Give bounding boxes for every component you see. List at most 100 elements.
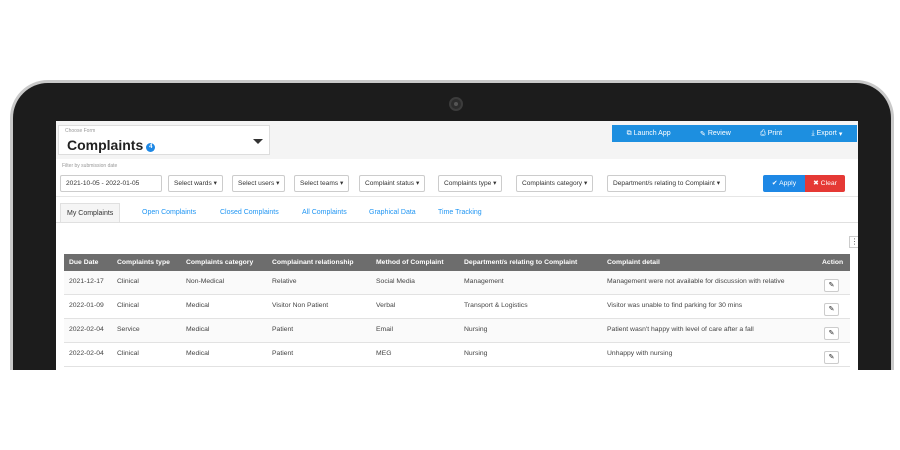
form-chooser-caption: Choose Form xyxy=(65,128,96,134)
department-cell: Transport & Logistics xyxy=(464,302,528,309)
detail-cell: Management were not available for discus… xyxy=(607,278,785,285)
column-header: Action xyxy=(822,259,844,266)
chevron-down-icon xyxy=(253,139,263,144)
method-cell: Verbal xyxy=(376,302,396,309)
due-date-cell: 2022-02-04 xyxy=(69,326,104,333)
table-row[interactable]: 2021-12-17 Clinical Non-Medical Relative… xyxy=(64,271,850,295)
detail-cell: Unhappy with nursing xyxy=(607,350,673,357)
department-cell: Nursing xyxy=(464,350,488,357)
caret-down-icon: ▾ xyxy=(339,180,344,187)
table-row[interactable]: 2022-01-09 Clinical Medical Visitor Non … xyxy=(64,295,850,319)
type-cell: Clinical xyxy=(117,302,139,309)
complaints-type-dropdown[interactable]: Complaints type ▾ xyxy=(438,175,503,192)
top-bar: Choose Form Complaints 4 ⧉ Launch App ✎ R… xyxy=(56,121,858,159)
export-label: Export xyxy=(816,130,837,137)
printer-icon: ⎙ xyxy=(760,129,766,137)
type-cell: Clinical xyxy=(117,350,139,357)
action-cell: ✎ xyxy=(822,271,839,294)
department-cell: Management xyxy=(464,278,504,285)
select-wards-label: Select wards xyxy=(174,180,212,187)
close-icon: ✖ xyxy=(813,180,819,187)
complaints-category-dropdown[interactable]: Complaints category ▾ xyxy=(516,175,594,192)
edit-icon[interactable]: ✎ xyxy=(824,327,839,340)
due-date-cell: 2022-01-09 xyxy=(69,302,104,309)
select-users-dropdown[interactable]: Select users ▾ xyxy=(232,175,286,192)
apply-button[interactable]: ✔ Apply xyxy=(763,175,805,192)
column-header[interactable]: Complainant relationship xyxy=(272,254,354,271)
select-wards-dropdown[interactable]: Select wards ▾ xyxy=(168,175,223,192)
clear-label: Clear xyxy=(820,180,837,187)
form-chooser-dropdown[interactable]: Choose Form Complaints 4 xyxy=(58,125,270,155)
edit-icon[interactable]: ✎ xyxy=(824,279,839,292)
method-cell: Social Media xyxy=(376,278,415,285)
category-cell: Non-Medical xyxy=(186,278,225,285)
launch-app-label: Launch App xyxy=(633,130,671,137)
column-header[interactable]: Method of Complaint xyxy=(376,254,444,271)
review-button[interactable]: ✎ Review xyxy=(700,130,731,138)
date-range-input[interactable]: 2021-10-05 - 2022-01-05 xyxy=(60,175,162,192)
tab-divider xyxy=(56,222,858,223)
column-header[interactable]: Complaint detail xyxy=(607,254,660,271)
department-label: Department/s relating to Complaint xyxy=(613,180,715,187)
relationship-cell: Patient xyxy=(272,326,294,333)
external-link-icon: ⧉ xyxy=(626,129,632,137)
detail-cell: Visitor was unable to find parking for 3… xyxy=(607,302,743,309)
caret-down-icon: ▾ xyxy=(276,180,280,187)
caret-down-icon: ▾ xyxy=(213,180,217,187)
select-teams-dropdown[interactable]: Select teams ▾ xyxy=(294,175,350,192)
complaint-status-dropdown[interactable]: Complaint status ▾ xyxy=(359,175,426,192)
caret-down-icon: ▾ xyxy=(716,180,721,187)
detail-cell: Patient wasn't happy with level of care … xyxy=(607,326,754,333)
select-users-label: Select users xyxy=(238,180,275,187)
table-row[interactable]: 2022-02-04 Service Medical Patient Email… xyxy=(64,319,850,343)
more-options-icon[interactable]: ⋮ xyxy=(849,236,858,248)
clear-button[interactable]: ✖ Clear xyxy=(805,175,845,192)
launch-app-button[interactable]: ⧉ Launch App xyxy=(627,130,671,138)
print-label: Print xyxy=(767,130,783,137)
caret-down-icon: ▾ xyxy=(415,180,420,187)
tab-my-complaints[interactable]: My Complaints xyxy=(60,203,121,223)
camera-icon xyxy=(449,97,463,111)
method-cell: MEG xyxy=(376,350,392,357)
tab-closed-complaints[interactable]: Closed Complaints xyxy=(214,203,285,223)
caret-down-icon: ▾ xyxy=(838,130,843,138)
department-dropdown[interactable]: Department/s relating to Complaint ▾ xyxy=(607,175,727,192)
due-date-cell: 2022-02-04 xyxy=(69,350,104,357)
review-label: Review xyxy=(707,130,731,137)
column-header[interactable]: Complaints type xyxy=(117,254,170,271)
edit-icon[interactable]: ✎ xyxy=(824,303,839,316)
edit-icon[interactable]: ✎ xyxy=(824,351,839,364)
type-cell: Clinical xyxy=(117,278,139,285)
action-cell: ✎ xyxy=(822,319,839,342)
app-screen: Choose Form Complaints 4 ⧉ Launch App ✎ R… xyxy=(56,121,858,372)
relationship-cell: Visitor Non Patient xyxy=(272,302,329,309)
tab-graphical-data[interactable]: Graphical Data xyxy=(363,203,422,223)
caret-down-icon: ▾ xyxy=(493,180,497,187)
tab-bar: My Complaints Open Complaints Closed Com… xyxy=(56,203,858,223)
table-row[interactable]: 2022-02-04 Clinical Medical Patient MEG … xyxy=(64,343,850,367)
tab-open-complaints[interactable]: Open Complaints xyxy=(136,203,202,223)
tab-all-complaints[interactable]: All Complaints xyxy=(296,203,353,223)
print-button[interactable]: ⎙ Print xyxy=(760,130,782,138)
select-teams-label: Select teams xyxy=(300,180,339,187)
column-header[interactable]: Due Date xyxy=(69,254,98,271)
filter-bar: Filter by submission date 2021-10-05 - 2… xyxy=(56,159,858,197)
action-cell: ✎ xyxy=(822,343,839,366)
complaints-table: Due Date Complaints type Complaints cate… xyxy=(64,254,850,367)
column-header[interactable]: Complaints category xyxy=(186,254,253,271)
complaints-category-label: Complaints category xyxy=(522,180,583,187)
filter-caption: Filter by submission date xyxy=(62,163,118,169)
category-cell: Medical xyxy=(186,302,210,309)
pencil-icon: ✎ xyxy=(699,130,706,138)
category-cell: Medical xyxy=(186,350,210,357)
table-body: 2021-12-17 Clinical Non-Medical Relative… xyxy=(64,271,850,367)
form-count-badge: 4 xyxy=(146,143,156,152)
form-title-text: Complaints xyxy=(67,137,144,153)
category-cell: Medical xyxy=(186,326,210,333)
page-title: Complaints 4 xyxy=(67,137,156,153)
column-header[interactable]: Department/s relating to Complaint xyxy=(464,254,577,271)
tab-time-tracking[interactable]: Time Tracking xyxy=(432,203,488,223)
complaints-type-label: Complaints type xyxy=(444,180,492,187)
export-button[interactable]: ⤓ Export ▾ xyxy=(811,130,842,138)
check-icon: ✔ xyxy=(771,180,778,187)
